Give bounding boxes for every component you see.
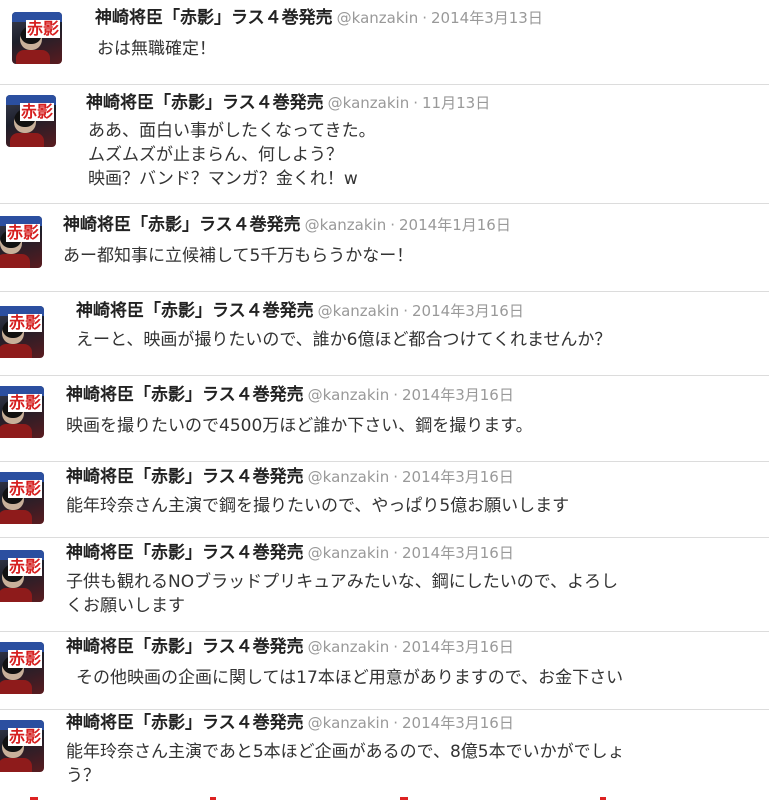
tweet-text: 子供も観れるNOブラッドプリキュアみたいな、鋼にしたいので、よろし くお願いしま… [66,572,619,616]
author-handle[interactable]: @kanzakin [318,302,400,320]
tweet-date[interactable]: 2014年3月16日 [402,468,514,486]
avatar-kanji: 赤影 [7,727,42,746]
author-name[interactable]: 神崎将臣「赤影」ラス４巻発売 [95,8,333,28]
tweet: 赤影 神崎将臣「赤影」ラス４巻発売 @kanzakin · 2014年3月13日 おは… [0,0,769,85]
avatar-kanji: 赤影 [25,19,60,38]
tweet-text: 能年玲奈さん主演で鋼を撮りたいので、やっぱり5億お願いします [66,496,570,516]
tweet: 赤影 神崎将臣「赤影」ラス４巻発売 @kanzakin · 11月13日 ああ、面白い… [0,85,769,204]
tweet: 赤影 神崎将臣「赤影」ラス４巻発売 @kanzakin · 2014年3月16日 能年… [0,710,769,800]
avatar-kanji: 赤影 [5,223,40,242]
tweet: 赤影 神崎将臣「赤影」ラス４巻発売 @kanzakin · 2014年3月16日 えー… [0,292,769,376]
tweet-date[interactable]: 2014年3月16日 [402,638,514,656]
avatar[interactable]: 赤影 [0,472,44,524]
tweet-text: ああ、面白い事がしたくなってきた。 ムズムズが止まらん、何しよう？ 映画？バンド… [88,121,376,189]
author-name[interactable]: 神崎将臣「赤影」ラス４巻発売 [86,93,324,113]
avatar[interactable]: 赤影 [6,95,56,147]
avatar-kanji: 赤影 [7,313,42,332]
avatar[interactable]: 赤影 [12,12,62,64]
avatar[interactable]: 赤影 [0,306,44,358]
tweet-text: その他映画の企画に関しては17本ほど用意がありますので、お金下さい [76,668,624,688]
tweet-date[interactable]: 2014年3月16日 [402,386,514,404]
tweet: 赤影 神崎将臣「赤影」ラス４巻発売 @kanzakin · 2014年1月16日 あー… [0,204,769,292]
avatar[interactable]: 赤影 [0,642,44,694]
avatar-kanji: 赤影 [7,649,42,668]
tweet-text: 能年玲奈さん主演であと5本ほど企画があるので、8億5本でいかがでしょ う？ [66,742,625,786]
tweet-text: おは無職確定！ [97,39,216,59]
avatar[interactable]: 赤影 [0,720,44,772]
author-handle[interactable]: @kanzakin [305,216,387,234]
author-handle[interactable]: @kanzakin [337,9,419,27]
tweet: 赤影 神崎将臣「赤影」ラス４巻発売 @kanzakin · 2014年3月16日 映画… [0,376,769,462]
author-handle[interactable]: @kanzakin [308,544,390,562]
tweet-text: 映画を撮りたいので4500万ほど誰か下さい、鋼を撮ります。 [66,416,533,436]
author-handle[interactable]: @kanzakin [328,94,410,112]
avatar-kanji: 赤影 [7,393,42,412]
author-name[interactable]: 神崎将臣「赤影」ラス４巻発売 [66,467,304,487]
tweet-date[interactable]: 2014年3月16日 [412,302,524,320]
avatar-kanji: 赤影 [7,479,42,498]
author-handle[interactable]: @kanzakin [308,714,390,732]
tweet-date[interactable]: 2014年3月16日 [402,714,514,732]
tweet: 赤影 神崎将臣「赤影」ラス４巻発売 @kanzakin · 2014年3月16日 子供… [0,538,769,632]
avatar[interactable]: 赤影 [0,216,42,268]
author-name[interactable]: 神崎将臣「赤影」ラス４巻発売 [63,215,301,235]
author-handle[interactable]: @kanzakin [308,638,390,656]
avatar-kanji: 赤影 [7,557,42,576]
avatar-kanji: 赤影 [19,102,54,121]
tweet-date[interactable]: 2014年3月13日 [431,9,543,27]
author-name[interactable]: 神崎将臣「赤影」ラス４巻発売 [66,713,304,733]
author-name[interactable]: 神崎将臣「赤影」ラス４巻発売 [76,301,314,321]
tweet-text: あー都知事に立候補して5千万もらうかなー！ [63,246,414,266]
tweet: 赤影 神崎将臣「赤影」ラス４巻発売 @kanzakin · 2014年3月16日 その… [0,632,769,710]
tweet-date[interactable]: 11月13日 [422,94,490,112]
tweet-text: えーと、映画が撮りたいので、誰か6億ほど都合つけてくれませんか？ [76,330,612,350]
tweet-date[interactable]: 2014年3月16日 [402,544,514,562]
avatar[interactable]: 赤影 [0,550,44,602]
author-name[interactable]: 神崎将臣「赤影」ラス４巻発売 [66,543,304,563]
author-handle[interactable]: @kanzakin [308,386,390,404]
author-name[interactable]: 神崎将臣「赤影」ラス４巻発売 [66,385,304,405]
author-name[interactable]: 神崎将臣「赤影」ラス４巻発売 [66,637,304,657]
author-handle[interactable]: @kanzakin [308,468,390,486]
tweet-date[interactable]: 2014年1月16日 [399,216,511,234]
avatar[interactable]: 赤影 [0,386,44,438]
tweet: 赤影 神崎将臣「赤影」ラス４巻発売 @kanzakin · 2014年3月16日 能年… [0,462,769,538]
